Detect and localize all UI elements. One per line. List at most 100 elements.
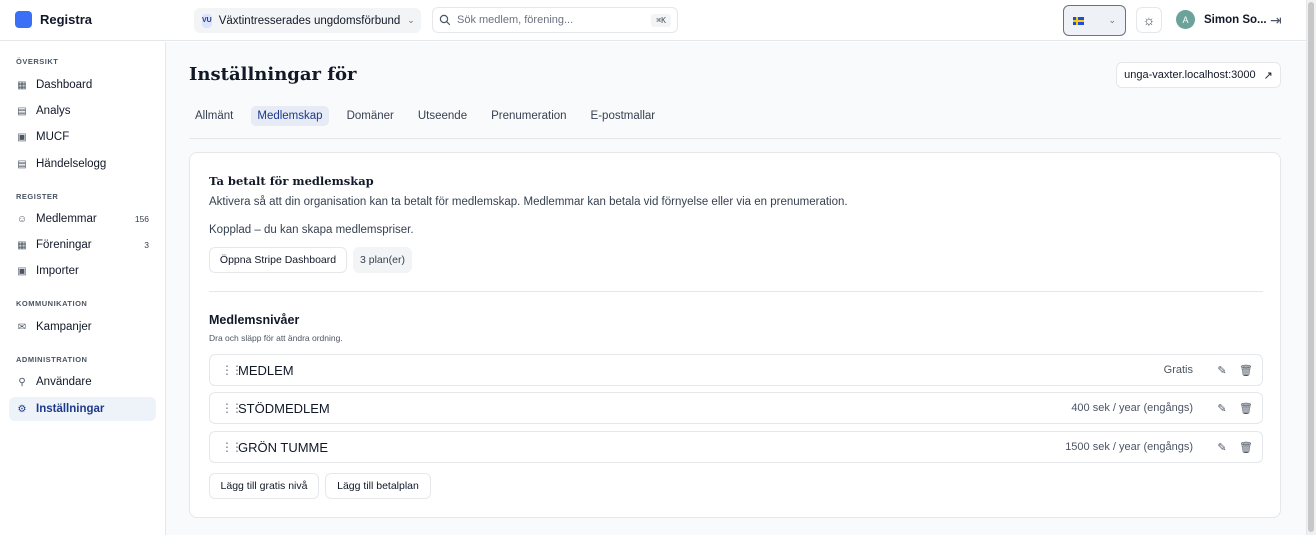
site-url-label: unga-vaxter.localhost:3000 xyxy=(1124,69,1256,81)
payment-status: Kopplad – du kan skapa medlemspriser. xyxy=(209,224,414,236)
sidebar-item-importer[interactable]: ▣ Importer xyxy=(9,259,156,283)
tier-price: 1500 sek / year (engångs) xyxy=(1065,441,1193,453)
user-key-icon: ⚲ xyxy=(18,376,26,388)
add-paid-plan-button[interactable]: Lägg till betalplan xyxy=(325,473,431,499)
tabs-divider xyxy=(189,138,1281,139)
sidebar-item-analys[interactable]: ▤ Analys xyxy=(9,99,156,123)
trash-icon[interactable]: 🗑 xyxy=(1239,402,1253,415)
open-stripe-dashboard-button[interactable]: Öppna Stripe Dashboard xyxy=(209,247,347,273)
sidebar-item-label: Inställningar xyxy=(36,403,105,415)
building-icon: ▦ xyxy=(17,239,27,251)
drag-handle-icon[interactable]: ⋮⋮ xyxy=(221,401,243,415)
sidebar-item-label: Händelselogg xyxy=(36,158,107,170)
chart-icon: ▤ xyxy=(17,105,27,117)
sidebar-section-title: REGISTER xyxy=(16,192,59,201)
log-icon: ▤ xyxy=(17,158,27,170)
sidebar-item-medlemmar[interactable]: ☺ Medlemmar 156 xyxy=(9,207,156,231)
dashboard-icon: ▦ xyxy=(17,79,27,91)
sidebar-section-title: KOMMUNIKATION xyxy=(16,299,88,308)
search-box[interactable]: ⌘K xyxy=(432,7,678,33)
membership-card: Ta betalt för medlemskap Aktivera så att… xyxy=(189,152,1281,518)
sidebar-item-mucf[interactable]: ▣ MUCF xyxy=(9,125,156,149)
sidebar-item-anvandare[interactable]: ⚲ Användare xyxy=(9,370,156,394)
swedish-flag-icon xyxy=(1073,16,1084,25)
sidebar-item-kampanjer[interactable]: ✉ Kampanjer xyxy=(9,315,156,339)
main-content: Inställningar för unga-vaxter.localhost:… xyxy=(166,42,1306,535)
org-switcher[interactable]: VU Växtintresserades ungdomsförbund ⌄ xyxy=(194,8,421,33)
tier-row[interactable]: ⋮⋮ STÖDMEDLEM 400 sek / year (engångs) ✎… xyxy=(209,392,1263,424)
page-title: Inställningar för xyxy=(189,64,357,85)
sidebar-item-label: Importer xyxy=(36,265,79,277)
edit-icon[interactable]: ✎ xyxy=(1216,402,1228,415)
gear-icon: ⚙ xyxy=(17,403,27,415)
tier-name: MEDLEM xyxy=(238,362,294,378)
settings-tabs: Allmänt Medlemskap Domäner Utseende Pren… xyxy=(189,106,673,126)
drag-handle-icon[interactable]: ⋮⋮ xyxy=(221,440,243,454)
scrollbar-thumb[interactable] xyxy=(1308,2,1314,532)
chevron-down-icon: ⌄ xyxy=(1108,15,1116,25)
document-icon: ▣ xyxy=(17,131,27,143)
search-icon xyxy=(439,14,451,26)
sidebar: ÖVERSIKT ▦ Dashboard ▤ Analys ▣ MUCF ▤ H… xyxy=(0,42,166,535)
tab-domaner[interactable]: Domäner xyxy=(341,106,400,126)
tab-medlemskap[interactable]: Medlemskap xyxy=(251,106,329,126)
tier-row[interactable]: ⋮⋮ MEDLEM Gratis ✎ 🗑 xyxy=(209,354,1263,386)
section-divider xyxy=(209,291,1263,292)
users-icon: ☺ xyxy=(16,213,28,225)
add-free-tier-button[interactable]: Lägg till gratis nivå xyxy=(209,473,319,499)
tiers-title: Medlemsnivåer xyxy=(209,313,300,327)
tier-name: GRÖN TUMME xyxy=(238,439,329,455)
edit-icon[interactable]: ✎ xyxy=(1216,364,1228,377)
sidebar-item-handelselogg[interactable]: ▤ Händelselogg xyxy=(9,152,156,176)
tiers-hint: Dra och släpp för att ändra ordning. xyxy=(209,333,343,343)
search-shortcut: ⌘K xyxy=(651,13,671,27)
sun-icon: ☼ xyxy=(1142,12,1156,28)
payment-section-title: Ta betalt för medlemskap xyxy=(209,174,374,188)
search-input[interactable] xyxy=(457,14,646,26)
tab-prenumeration[interactable]: Prenumeration xyxy=(485,106,572,126)
tier-price: 400 sek / year (engångs) xyxy=(1071,402,1193,414)
user-name: Simon So... xyxy=(1204,13,1267,26)
trash-icon[interactable]: 🗑 xyxy=(1239,364,1253,377)
import-icon: ▣ xyxy=(17,265,27,277)
tab-allmant[interactable]: Allmänt xyxy=(189,106,239,126)
external-link-icon: ↗ xyxy=(1263,69,1273,82)
tab-utseende[interactable]: Utseende xyxy=(412,106,473,126)
site-url-button[interactable]: unga-vaxter.localhost:3000 ↗ xyxy=(1116,62,1281,88)
sidebar-section-title: ÖVERSIKT xyxy=(16,57,59,66)
edit-icon[interactable]: ✎ xyxy=(1216,441,1228,454)
sidebar-item-label: Användare xyxy=(36,376,92,388)
logout-icon[interactable]: ⇥ xyxy=(1270,12,1282,29)
sidebar-item-label: Kampanjer xyxy=(36,321,92,333)
tier-price: Gratis xyxy=(1163,364,1193,376)
top-bar: Registra VU Växtintresserades ungdomsför… xyxy=(0,0,1306,41)
theme-toggle-button[interactable]: ☼ xyxy=(1136,7,1162,33)
payment-description: Aktivera så att din organisation kan ta … xyxy=(209,196,848,208)
tier-name: STÖDMEDLEM xyxy=(238,400,330,416)
chevron-down-icon: ⌄ xyxy=(407,15,415,25)
brand-name: Registra xyxy=(40,12,93,27)
brand-logo-icon xyxy=(15,11,32,28)
sidebar-item-installningar[interactable]: ⚙ Inställningar xyxy=(9,397,156,421)
sidebar-item-label: Föreningar xyxy=(36,239,92,251)
tab-e-postmallar[interactable]: E-postmallar xyxy=(585,106,662,126)
language-select[interactable]: ⌄ xyxy=(1063,5,1126,36)
user-menu[interactable]: A Simon So... xyxy=(1176,10,1267,29)
sidebar-item-label: Dashboard xyxy=(36,79,93,91)
sidebar-item-label: Analys xyxy=(36,105,71,117)
sidebar-item-label: Medlemmar xyxy=(36,213,97,225)
brand[interactable]: Registra xyxy=(15,11,92,28)
drag-handle-icon[interactable]: ⋮⋮ xyxy=(221,363,243,377)
trash-icon[interactable]: 🗑 xyxy=(1239,441,1253,454)
tier-row[interactable]: ⋮⋮ GRÖN TUMME 1500 sek / year (engångs) … xyxy=(209,431,1263,463)
avatar: A xyxy=(1176,10,1195,29)
mail-icon: ✉ xyxy=(17,321,27,333)
sidebar-section-title: ADMINISTRATION xyxy=(16,355,88,364)
plans-count-badge: 3 plan(er) xyxy=(353,247,412,273)
sidebar-item-foreningar[interactable]: ▦ Föreningar 3 xyxy=(9,233,156,257)
org-badge: VU xyxy=(202,13,212,28)
org-name: Växtintresserades ungdomsförbund xyxy=(218,14,401,27)
sidebar-item-count: 156 xyxy=(134,214,149,224)
sidebar-item-label: MUCF xyxy=(36,131,70,143)
sidebar-item-dashboard[interactable]: ▦ Dashboard xyxy=(9,73,156,97)
